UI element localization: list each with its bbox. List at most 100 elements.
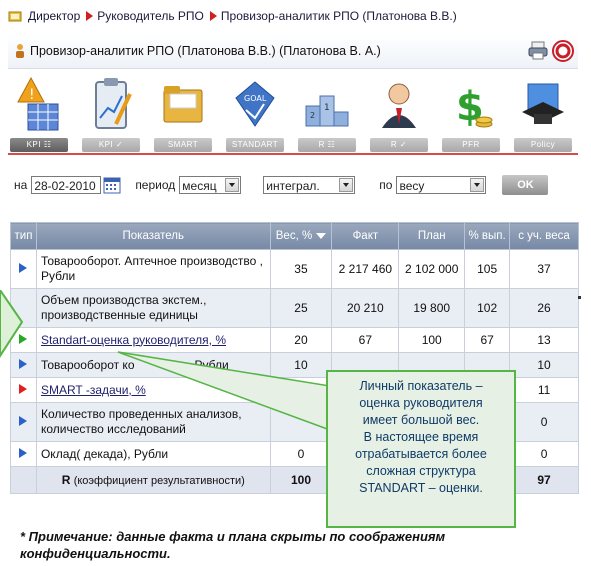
column-header-type[interactable]: тип xyxy=(10,222,37,250)
tab-smart[interactable]: SMART xyxy=(152,72,214,158)
plan-cell: 2 102 000 xyxy=(398,249,466,289)
indicator-name: Объем производства экстем., производстве… xyxy=(35,288,271,328)
user-icon xyxy=(16,44,24,58)
percent-cell: 102 xyxy=(464,288,511,328)
breadcrumb-arrow-icon xyxy=(209,11,217,21)
weighted-cell: 0 xyxy=(509,402,579,442)
breadcrumb-item-rpo-head[interactable]: Руководитель РПО xyxy=(97,9,204,23)
indicator-name: Товарооборот. Аптечное производство , Ру… xyxy=(35,249,271,289)
breadcrumb: Директор Руководитель РПО Провизор-анали… xyxy=(8,6,457,26)
by-select[interactable]: весу xyxy=(396,176,487,194)
period-select-value: месяц xyxy=(182,179,217,193)
kpi-warning-icon: ! xyxy=(17,76,59,131)
by-label: по xyxy=(379,178,393,192)
row-arrow-icon xyxy=(19,384,28,394)
help-lifebuoy-icon[interactable] xyxy=(552,40,574,62)
chevron-down-icon xyxy=(339,178,354,192)
plan-cell: 100 xyxy=(398,327,466,353)
breadcrumb-item-director[interactable]: Директор xyxy=(28,9,80,23)
column-header-plan[interactable]: План xyxy=(398,222,466,250)
mode-select[interactable]: интеграл. xyxy=(263,176,356,194)
weighted-cell: 26 xyxy=(509,288,579,328)
row-arrow-icon xyxy=(19,359,28,369)
tab-r-manager[interactable]: R ✓ xyxy=(368,72,430,158)
indicator-name: Товарооборот ко Рубли xyxy=(35,352,271,378)
column-header-weight[interactable]: Вес, % xyxy=(269,222,333,250)
weighted-cell: 10 xyxy=(509,352,579,378)
column-header-percent[interactable]: % вып. xyxy=(464,222,511,250)
by-select-value: весу xyxy=(399,179,425,193)
table-row[interactable]: Объем производства экстем., производстве… xyxy=(10,288,579,328)
tab-kpi-chart[interactable]: KPI ✓ xyxy=(80,72,142,158)
home-icon xyxy=(8,11,22,22)
tab-kpi-main[interactable]: ! KPI ☷ xyxy=(8,72,70,158)
tab-label: R ✓ xyxy=(370,138,428,152)
weighted-cell: 13 xyxy=(509,327,579,353)
row-arrow-icon xyxy=(19,448,28,458)
percent-cell: 67 xyxy=(464,327,511,353)
folder-icon xyxy=(163,86,203,123)
percent-cell: 105 xyxy=(464,249,511,289)
printer-icon[interactable] xyxy=(528,40,548,60)
tab-pfr[interactable]: $ PFR xyxy=(440,72,502,158)
fact-cell: 20 210 xyxy=(331,288,400,328)
date-input[interactable]: 28-02-2010 xyxy=(31,176,102,194)
total-weight: 100 xyxy=(269,466,333,494)
calendar-icon[interactable] xyxy=(103,176,121,194)
indicator-link-standart[interactable]: Standart-оценка руководителя, % xyxy=(41,333,226,347)
dollar-coins-icon: $ xyxy=(456,84,493,130)
table-row[interactable]: Standart-оценка руководителя, % 20 67 10… xyxy=(10,327,579,353)
tab-standart[interactable]: GOAL STANDART xyxy=(224,72,286,158)
tab-label: KPI ✓ xyxy=(82,138,140,152)
row-arrow-icon xyxy=(19,263,28,273)
column-header-weighted[interactable]: с уч. веса xyxy=(509,222,579,250)
weight-cell: 0 xyxy=(269,441,333,467)
page-header: Провизор-аналитик РПО (Платонова В.В.) (… xyxy=(8,34,578,69)
weight-cell: 35 xyxy=(269,249,333,289)
tab-label: PFR xyxy=(442,138,500,152)
manager-icon xyxy=(382,83,416,128)
weight-cell xyxy=(269,402,333,442)
tab-label: Policy xyxy=(514,138,572,152)
indicator-name: Количество проведенных анализов, количес… xyxy=(35,402,271,442)
mode-select-value: интеграл. xyxy=(266,179,320,193)
tab-policy[interactable]: Policy xyxy=(512,72,574,158)
indicator-name: SMART -задачи, % xyxy=(35,377,271,403)
row-arrow-icon xyxy=(19,416,28,426)
row-marker xyxy=(10,466,37,494)
indicator-link-smart[interactable]: SMART -задачи, % xyxy=(41,383,146,397)
callout-line: В настоящее время xyxy=(363,430,479,444)
column-header-indicator[interactable]: Показатель xyxy=(35,222,271,250)
column-header-fact[interactable]: Факт xyxy=(331,222,400,250)
svg-text:GOAL: GOAL xyxy=(244,94,267,103)
tab-r-podium[interactable]: 1 2 R ☷ xyxy=(296,72,358,158)
svg-text:2: 2 xyxy=(310,111,315,120)
indicator-name: Standart-оценка руководителя, % xyxy=(35,327,271,353)
svg-text:!: ! xyxy=(29,87,35,103)
callout-note: Личный показатель – оценка руководителя … xyxy=(326,370,516,528)
clipboard-chart-icon xyxy=(95,78,132,129)
page-title: Провизор-аналитик РПО (Платонова В.В.) (… xyxy=(30,44,381,58)
weight-cell: 20 xyxy=(269,327,333,353)
weight-cell: 10 xyxy=(269,352,333,378)
callout-pointer-left xyxy=(0,290,24,358)
row-marker xyxy=(10,249,37,289)
toolbar-divider xyxy=(8,153,578,155)
table-header-row: тип Показатель Вес, % Факт План % вып. с… xyxy=(10,222,579,250)
tab-label: STANDART xyxy=(226,138,284,152)
callout-line: имеет большой вес. xyxy=(362,413,480,427)
table-row[interactable]: Товарооборот. Аптечное производство , Ру… xyxy=(10,249,579,289)
goal-badge-icon: GOAL xyxy=(235,81,275,127)
breadcrumb-item-analyst[interactable]: Провизор-аналитик РПО (Платонова В.В.) xyxy=(221,9,457,23)
ok-button[interactable]: OK xyxy=(502,175,549,195)
weight-cell xyxy=(269,377,333,403)
filter-bar: на 28-02-2010 период месяц интеграл. по … xyxy=(8,172,578,198)
chevron-down-icon xyxy=(225,178,240,192)
plan-cell: 19 800 xyxy=(398,288,466,328)
tab-label: R ☷ xyxy=(298,138,356,152)
weighted-cell: 37 xyxy=(509,249,579,289)
date-label: на xyxy=(14,178,28,192)
weighted-cell: 11 xyxy=(509,377,579,403)
weighted-cell: 0 xyxy=(509,441,579,467)
period-select[interactable]: месяц xyxy=(179,176,242,194)
